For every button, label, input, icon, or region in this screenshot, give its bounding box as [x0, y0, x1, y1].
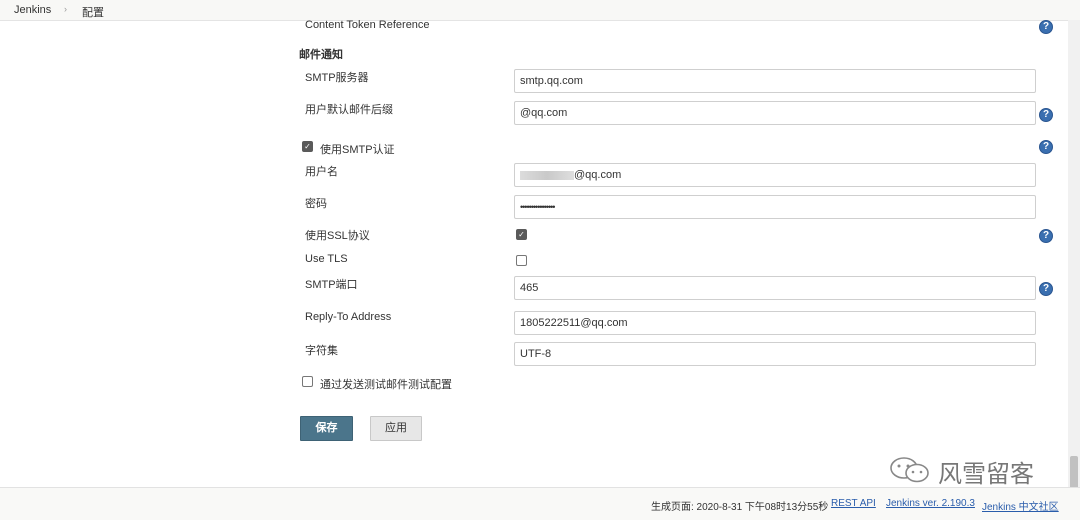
save-button[interactable]: 保存 [300, 416, 353, 441]
content-token-reference-label: Content Token Reference [305, 19, 430, 31]
default-suffix-input[interactable]: @qq.com [514, 101, 1036, 125]
wechat-icon [890, 457, 929, 483]
use-ssl-label: 使用SSL协议 [305, 230, 370, 242]
chevron-right-icon: › [64, 4, 67, 14]
help-icon[interactable]: ? [1039, 282, 1053, 296]
breadcrumb-config[interactable]: 配置 [82, 4, 104, 20]
use-tls-label: Use TLS [305, 253, 348, 265]
section-title-email: 邮件通知 [299, 49, 343, 61]
reply-to-label: Reply-To Address [305, 311, 392, 323]
username-value: @qq.com [574, 169, 622, 181]
smtp-port-label: SMTP端口 [305, 279, 358, 291]
breadcrumb: Jenkins › 配置 [0, 0, 1080, 21]
username-label: 用户名 [305, 166, 338, 178]
smtp-server-input[interactable]: smtp.qq.com [514, 69, 1036, 93]
reply-to-input[interactable]: 1805222511@qq.com [514, 311, 1036, 335]
test-config-checkbox[interactable] [302, 376, 313, 387]
rest-api-link[interactable]: REST API [831, 498, 876, 509]
help-icon[interactable]: ? [1039, 140, 1053, 154]
use-ssl-checkbox[interactable]: ✓ [516, 229, 527, 240]
smtp-server-label: SMTP服务器 [305, 72, 369, 84]
help-icon[interactable]: ? [1039, 108, 1053, 122]
scrollbar[interactable] [1068, 20, 1080, 504]
help-icon[interactable]: ? [1039, 20, 1053, 34]
password-label: 密码 [305, 198, 327, 210]
use-tls-checkbox[interactable] [516, 255, 527, 266]
breadcrumb-jenkins[interactable]: Jenkins [14, 4, 51, 16]
charset-label: 字符集 [305, 345, 338, 357]
smtp-auth-checkbox[interactable]: ✓ [302, 141, 313, 152]
help-icon[interactable]: ? [1039, 229, 1053, 243]
default-suffix-label: 用户默认邮件后缀 [305, 104, 393, 116]
smtp-auth-label: 使用SMTP认证 [320, 144, 395, 156]
charset-input[interactable]: UTF-8 [514, 342, 1036, 366]
page-generated-text: 生成页面: 2020-8-31 下午08时13分55秒 [651, 502, 829, 513]
jenkins-community-link[interactable]: Jenkins 中文社区 [982, 498, 1059, 513]
jenkins-version-link[interactable]: Jenkins ver. 2.190.3 [886, 498, 975, 509]
apply-button[interactable]: 应用 [370, 416, 422, 441]
redacted-mask [520, 170, 574, 180]
username-input[interactable]: @qq.com [514, 163, 1036, 187]
smtp-port-input[interactable]: 465 [514, 276, 1036, 300]
footer: 生成页面: 2020-8-31 下午08时13分55秒 REST API Jen… [0, 487, 1080, 520]
test-config-label: 通过发送测试邮件测试配置 [320, 379, 452, 391]
watermark-text: 风雪留客 [938, 460, 1034, 488]
password-input[interactable]: •••••••••••••••• [514, 195, 1036, 219]
